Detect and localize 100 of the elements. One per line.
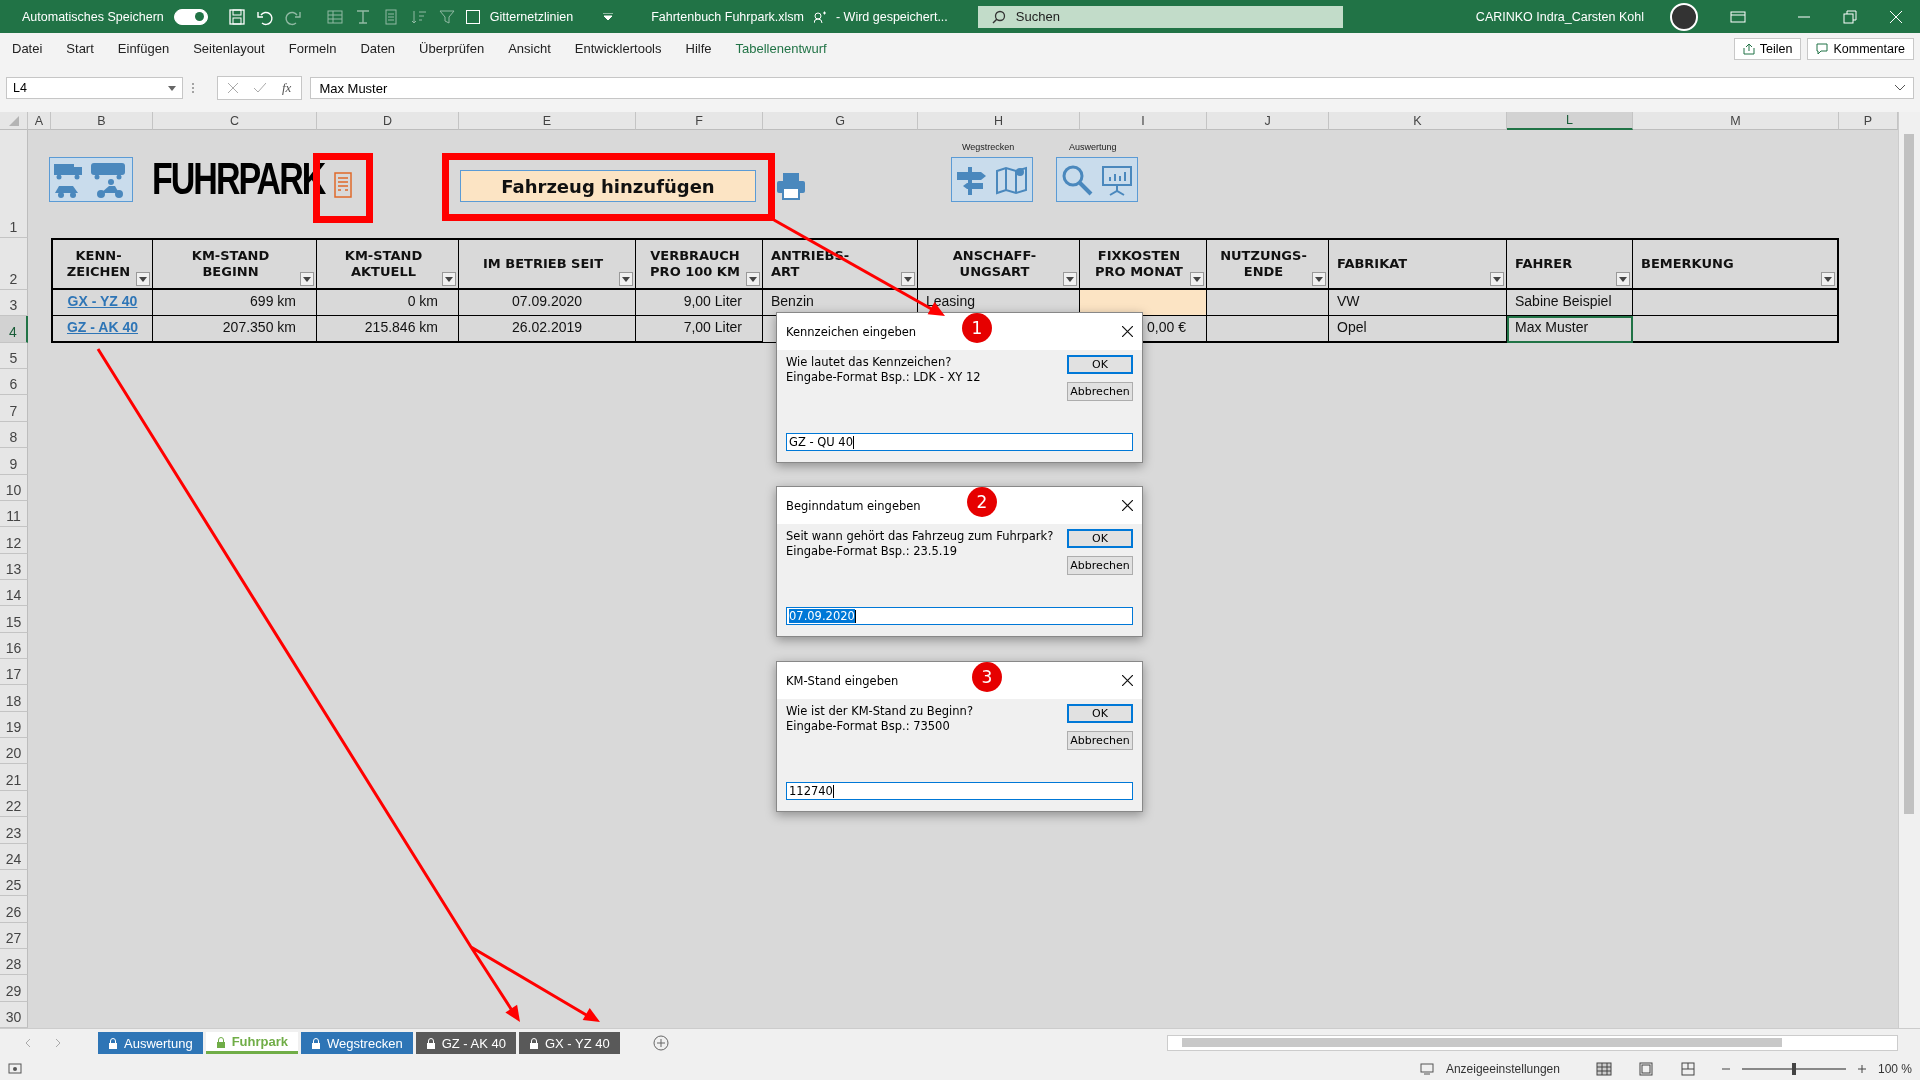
menu-tab[interactable]: Hilfe: [673, 41, 724, 56]
column-header[interactable]: D: [317, 112, 459, 130]
menu-tab[interactable]: Ansicht: [496, 41, 563, 56]
row-header[interactable]: 6: [0, 369, 28, 396]
close-icon[interactable]: [1122, 675, 1133, 686]
restore-icon[interactable]: [1842, 8, 1858, 25]
row-header[interactable]: 27: [0, 922, 28, 949]
name-box[interactable]: L4: [6, 77, 183, 99]
sheet-tab[interactable]: Wegstrecken: [301, 1032, 413, 1054]
check-icon[interactable]: [254, 83, 266, 93]
macro-record-icon[interactable]: [8, 1063, 22, 1075]
sheet-tab[interactable]: GX - YZ 40: [518, 1032, 620, 1054]
sheet-tab[interactable]: GZ - AK 40: [415, 1032, 516, 1054]
avatar-icon[interactable]: [1670, 2, 1698, 31]
menu-tab[interactable]: Tabellenentwurf: [723, 41, 839, 56]
filter-dropdown-button[interactable]: [300, 272, 314, 286]
autosave-toggle[interactable]: [173, 8, 208, 25]
row-header[interactable]: 9: [0, 448, 28, 475]
menu-tab[interactable]: Datei: [0, 41, 55, 56]
ok-button[interactable]: OK: [1067, 529, 1133, 548]
ok-button[interactable]: OK: [1067, 355, 1133, 374]
ribbon-display-icon[interactable]: [1730, 8, 1746, 25]
page-break-icon[interactable]: [1679, 1062, 1696, 1076]
filter-dropdown-button[interactable]: [619, 272, 633, 286]
close-icon[interactable]: [1122, 500, 1133, 511]
row-header[interactable]: 12: [0, 527, 28, 554]
cancel-button[interactable]: Abbrechen: [1067, 382, 1133, 401]
row-header[interactable]: 16: [0, 632, 28, 660]
filter-dropdown-button[interactable]: [746, 272, 760, 286]
customize-dropdown-icon[interactable]: [603, 12, 614, 21]
column-header[interactable]: L: [1507, 112, 1633, 130]
row-header[interactable]: 24: [0, 843, 28, 870]
close-icon[interactable]: [1122, 326, 1133, 337]
row-header[interactable]: 18: [0, 685, 28, 712]
page-layout-icon[interactable]: [1637, 1062, 1654, 1076]
row-header[interactable]: 26: [0, 896, 28, 923]
zoom-level[interactable]: 100 %: [1877, 1062, 1912, 1076]
row-header[interactable]: 30: [0, 1001, 28, 1029]
filter-dropdown-button[interactable]: [1821, 272, 1835, 286]
filter-dropdown-button[interactable]: [442, 272, 456, 286]
input-field[interactable]: 112740: [786, 782, 1133, 800]
row-header[interactable]: 1: [0, 130, 28, 238]
filter-dropdown-button[interactable]: [1190, 272, 1204, 286]
search-field[interactable]: Suchen: [977, 5, 1343, 28]
share-button[interactable]: Teilen: [1733, 37, 1802, 60]
gridlines-checkbox[interactable]: [465, 9, 480, 24]
row-header[interactable]: 23: [0, 817, 28, 844]
filter-dropdown-button[interactable]: [901, 272, 915, 286]
filter-dropdown-button[interactable]: [1490, 272, 1504, 286]
filter-dropdown-button[interactable]: [1616, 272, 1630, 286]
insert-function-button[interactable]: fx: [282, 80, 292, 96]
menu-tab[interactable]: Start: [54, 41, 106, 56]
display-settings-icon[interactable]: [1419, 1063, 1434, 1075]
column-header[interactable]: B: [51, 112, 153, 130]
row-header[interactable]: 25: [0, 869, 28, 897]
column-header[interactable]: M: [1633, 112, 1839, 130]
cancel-button[interactable]: Abbrechen: [1067, 556, 1133, 575]
row-header[interactable]: 7: [0, 395, 28, 422]
route-map-button[interactable]: [951, 157, 1033, 202]
row-header[interactable]: 29: [0, 975, 28, 1002]
vehicles-icon[interactable]: [49, 157, 133, 202]
row-header[interactable]: 3: [0, 290, 28, 317]
row-header[interactable]: 15: [0, 606, 28, 633]
add-vehicle-button[interactable]: Fahrzeug hinzufügen: [460, 170, 756, 202]
column-header[interactable]: C: [153, 112, 317, 130]
column-header[interactable]: J: [1207, 112, 1329, 130]
row-header[interactable]: 11: [0, 500, 28, 528]
expand-icon[interactable]: [1895, 85, 1905, 91]
zoom-out-icon[interactable]: [1721, 1065, 1730, 1073]
row-header[interactable]: 10: [0, 474, 28, 501]
column-header[interactable]: E: [459, 112, 636, 130]
input-field[interactable]: 07.09.2020: [786, 607, 1133, 625]
column-header[interactable]: K: [1329, 112, 1507, 130]
formula-field[interactable]: Max Muster: [310, 77, 1914, 99]
column-header[interactable]: P: [1839, 112, 1898, 130]
menu-tab[interactable]: Überprüfen: [407, 41, 497, 56]
row-header[interactable]: 21: [0, 764, 28, 791]
menu-tab[interactable]: Seitenlayout: [181, 41, 277, 56]
row-header[interactable]: 20: [0, 738, 28, 765]
display-settings-button[interactable]: Anzeigeeinstellungen: [1445, 1062, 1560, 1076]
row-header[interactable]: 19: [0, 711, 28, 739]
save-icon[interactable]: [227, 7, 246, 26]
row-header[interactable]: 13: [0, 553, 28, 580]
horizontal-scrollbar[interactable]: [1167, 1035, 1898, 1051]
menu-tab[interactable]: Formeln: [276, 41, 349, 56]
column-header[interactable]: I: [1080, 112, 1207, 130]
filter-dropdown-button[interactable]: [136, 272, 150, 286]
sheet-tab[interactable]: Auswertung: [98, 1032, 203, 1054]
row-header[interactable]: 14: [0, 579, 28, 607]
filter-dropdown-button[interactable]: [1063, 272, 1077, 286]
ok-button[interactable]: OK: [1067, 704, 1133, 723]
row-header[interactable]: 4: [0, 316, 28, 343]
column-header[interactable]: F: [636, 112, 763, 130]
row-header[interactable]: 28: [0, 949, 28, 976]
add-sheet-icon[interactable]: [652, 1035, 669, 1051]
menu-tab[interactable]: Entwicklertools: [562, 41, 674, 56]
column-header[interactable]: A: [28, 112, 51, 130]
input-field[interactable]: GZ - QU 40: [786, 433, 1133, 451]
column-header[interactable]: H: [918, 112, 1080, 130]
menu-tab[interactable]: Daten: [348, 41, 408, 56]
